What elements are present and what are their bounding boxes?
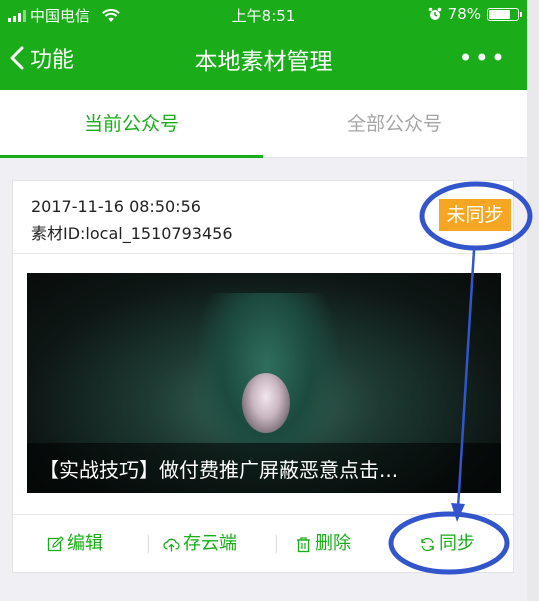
article-title: 【实战技巧】做付费推广屏蔽恶意点击...: [39, 458, 399, 482]
header: 中国电信 上午8:51 78% 功能 本地素材管理 •••: [0, 0, 527, 90]
page-title: 本地素材管理: [194, 49, 333, 75]
sync-button[interactable]: 同步: [419, 515, 475, 573]
refresh-icon: [421, 537, 434, 551]
more-menu-button[interactable]: •••: [459, 44, 507, 72]
edit-label: 编辑: [67, 533, 103, 554]
status-bar: 中国电信 上午8:51 78%: [0, 0, 527, 28]
alarm-icon: [428, 7, 441, 20]
cover-image-hand: [242, 373, 290, 433]
cloud-label: 存云端: [183, 533, 237, 554]
status-right: 78%: [428, 5, 522, 23]
delete-button[interactable]: 删除: [295, 515, 351, 573]
edit-icon: [47, 535, 64, 551]
edit-button[interactable]: 编辑: [47, 515, 103, 573]
tab-current-account[interactable]: 当前公众号: [0, 90, 263, 158]
material-date: 2017-11-16 08:50:56: [31, 197, 201, 216]
cloud-upload-icon: [163, 538, 180, 551]
sync-label: 同步: [439, 533, 475, 554]
material-id: 素材ID:local_1510793456: [31, 224, 233, 243]
battery-icon: [487, 7, 522, 21]
active-tab-indicator: [0, 155, 263, 158]
action-separator: [148, 535, 149, 553]
material-card: 2017-11-16 08:50:56 素材ID:local_151079345…: [12, 180, 514, 573]
battery-fill: [489, 9, 511, 19]
tab-bar: 当前公众号 全部公众号: [0, 90, 527, 158]
card-actions: 编辑 存云端 删除 同步: [13, 515, 513, 573]
action-separator: [276, 535, 277, 553]
sync-status-badge: 未同步: [439, 199, 511, 231]
save-to-cloud-button[interactable]: 存云端: [163, 515, 237, 573]
delete-label: 删除: [315, 533, 351, 554]
card-meta: 2017-11-16 08:50:56 素材ID:local_151079345…: [31, 193, 233, 247]
app-screen: 中国电信 上午8:51 78% 功能 本地素材管理 ••• 当前公众号 全部公众…: [0, 0, 527, 601]
scrollbar-track[interactable]: [527, 0, 539, 601]
navigation-bar: 功能 本地素材管理 •••: [0, 28, 527, 90]
tab-all-accounts[interactable]: 全部公众号: [263, 90, 526, 158]
trash-icon: [297, 536, 310, 552]
divider: [13, 253, 513, 254]
article-cover[interactable]: 【实战技巧】做付费推广屏蔽恶意点击...: [27, 273, 501, 493]
battery-percent: 78%: [447, 5, 481, 23]
